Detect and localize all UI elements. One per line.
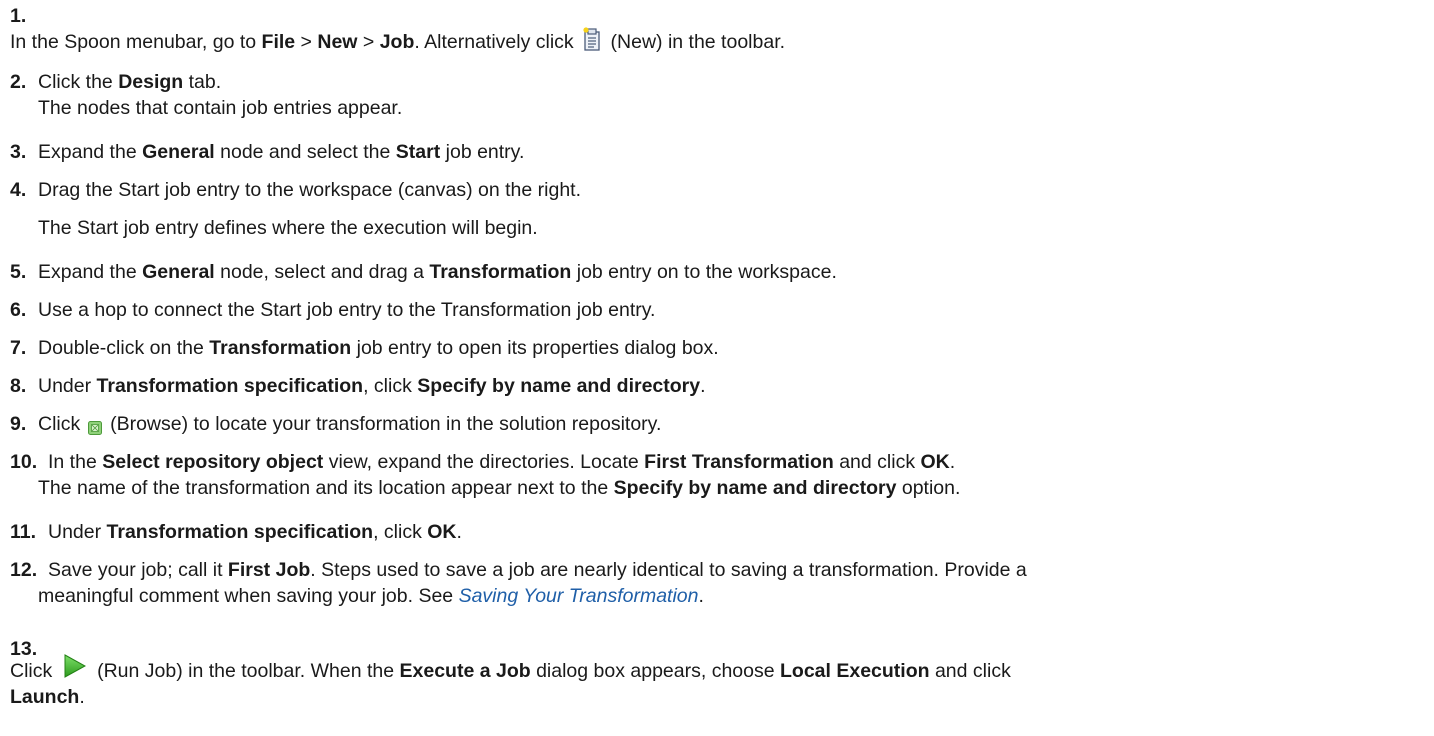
step-text: Under Transformation specification, clic… bbox=[38, 375, 706, 397]
step-text: Click (Run Job) in the toolbar. When the… bbox=[10, 636, 1428, 710]
run-job-icon bbox=[62, 653, 86, 678]
step-number: 6. bbox=[10, 299, 27, 321]
step-number: 2. bbox=[10, 71, 27, 93]
step-text: Click the Design tab. The nodes that con… bbox=[38, 71, 403, 119]
step-number: 13. bbox=[10, 638, 38, 660]
step-1: 1. In the Spoon menubar, go to File > Ne… bbox=[10, 3, 1428, 55]
menu-job: Job bbox=[379, 31, 415, 53]
step-number: 11. bbox=[10, 521, 37, 543]
step-text: Expand the General node and select the S… bbox=[38, 141, 525, 163]
step-number: 12. bbox=[10, 559, 38, 581]
step-4: 4. Drag the Start job entry to the works… bbox=[10, 177, 1428, 241]
step-text: Expand the General node, select and drag… bbox=[38, 261, 837, 283]
step-number: 4. bbox=[10, 179, 27, 201]
step-7: 7. Double-click on the Transformation jo… bbox=[10, 335, 1428, 361]
step-number: 10. bbox=[10, 451, 38, 473]
step-8: 8. Under Transformation specification, c… bbox=[10, 373, 1428, 399]
browse-icon bbox=[87, 416, 102, 435]
step-text: Use a hop to connect the Start job entry… bbox=[38, 299, 656, 321]
step-text: Double-click on the Transformation job e… bbox=[38, 337, 719, 359]
menu-new: New bbox=[317, 31, 358, 53]
step-3: 3. Expand the General node and select th… bbox=[10, 139, 1428, 165]
step-11: 11. Under Transformation specification, … bbox=[10, 519, 1428, 545]
saving-your-transformation-link[interactable]: Saving Your Transformation bbox=[459, 585, 699, 607]
step-10: 10. In the Select repository object view… bbox=[10, 449, 1428, 501]
step-text: In the Select repository object view, ex… bbox=[38, 451, 961, 499]
step-number: 5. bbox=[10, 261, 27, 283]
step-2: 2. Click the Design tab. The nodes that … bbox=[10, 69, 1428, 121]
step-text: In the Spoon menubar, go to File > New >… bbox=[10, 3, 1428, 55]
step-text: Click (Browse) to locate your transforma… bbox=[38, 413, 662, 435]
step-9: 9. Click (Browse) to locate your transfo… bbox=[10, 411, 1428, 437]
step-12: 12. Save your job; call it First Job. St… bbox=[10, 557, 1428, 609]
step-note: The Start job entry defines where the ex… bbox=[38, 217, 538, 239]
step-6: 6. Use a hop to connect the Start job en… bbox=[10, 297, 1428, 323]
step-number: 8. bbox=[10, 375, 27, 397]
menu-file: File bbox=[261, 31, 296, 53]
step-text: Save your job; call it First Job. Steps … bbox=[38, 559, 1027, 607]
design-tab-ref: Design bbox=[118, 71, 184, 93]
new-document-icon bbox=[583, 27, 601, 51]
step-13: 13. Click (Run Job) in the toolbar. When… bbox=[10, 636, 1428, 710]
step-text: Under Transformation specification, clic… bbox=[48, 521, 462, 543]
step-number: 7. bbox=[10, 337, 27, 359]
step-text: Drag the Start job entry to the workspac… bbox=[38, 177, 1428, 241]
step-number: 3. bbox=[10, 141, 27, 163]
step-number: 9. bbox=[10, 413, 27, 435]
step-5: 5. Expand the General node, select and d… bbox=[10, 259, 1428, 285]
step-number: 1. bbox=[10, 5, 27, 27]
